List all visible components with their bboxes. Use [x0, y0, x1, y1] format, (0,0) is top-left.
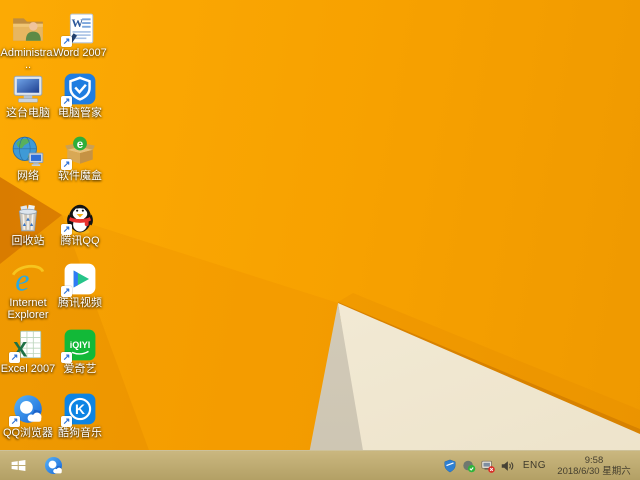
- user-folder-icon: [13, 18, 43, 41]
- network-globe-icon: [12, 136, 44, 167]
- shortcut-arrow-icon: ↗: [61, 36, 72, 47]
- pc-manager-tray-icon[interactable]: [443, 459, 457, 473]
- clock-time: 9:58: [584, 454, 604, 466]
- network-disconnected-tray-icon[interactable]: [481, 459, 495, 473]
- desktop-icon-this-pc[interactable]: 这台电脑: [0, 72, 56, 119]
- icon-label: Excel 2007: [0, 363, 56, 375]
- desktop-icon-word-2007[interactable]: W ↗ Word 2007: [52, 12, 108, 59]
- security-ok-tray-icon[interactable]: [462, 459, 476, 473]
- icon-label: 爱奇艺: [63, 363, 97, 375]
- icon-label: 这台电脑: [6, 107, 50, 119]
- desktop-icon-network[interactable]: 网络: [0, 135, 56, 182]
- icon-label: 腾讯QQ: [60, 235, 100, 247]
- desktop-icon-tencent-qq[interactable]: ↗ 腾讯QQ: [52, 200, 108, 247]
- shortcut-arrow-icon: ↗: [61, 352, 72, 363]
- svg-text:iQIYI: iQIYI: [70, 340, 91, 350]
- desktop-icon-internet-explorer[interactable]: e Internet Explorer: [0, 262, 56, 321]
- recycle-bin-icon: [18, 204, 38, 232]
- shortcut-arrow-icon: ↗: [61, 286, 72, 297]
- taskbar-qq-browser-button[interactable]: [36, 451, 70, 480]
- qq-browser-icon: [44, 456, 62, 475]
- desktop-icon-recycle-bin[interactable]: 回收站: [0, 200, 56, 247]
- icon-label: QQ浏览器: [2, 427, 54, 439]
- taskbar: ENG 9:58 2018/6/30 星期六: [0, 450, 640, 480]
- shortcut-arrow-icon: ↗: [61, 159, 72, 170]
- icon-label: 回收站: [11, 235, 45, 247]
- desktop-icon-pc-manager[interactable]: ↗ 电脑管家: [52, 72, 108, 119]
- shortcut-arrow-icon: ↗: [61, 416, 72, 427]
- start-button[interactable]: [0, 451, 36, 480]
- taskbar-clock[interactable]: 9:58 2018/6/30 星期六: [555, 455, 633, 477]
- desktop-icon-qq-browser[interactable]: ↗ QQ浏览器: [0, 392, 56, 439]
- svg-text:e: e: [77, 138, 84, 151]
- desktop-icon-administrator[interactable]: Administra...: [0, 12, 56, 71]
- desktop-icon-kugou-music[interactable]: K ↗ 酷狗音乐: [52, 392, 108, 439]
- language-indicator[interactable]: ENG: [519, 460, 550, 471]
- shortcut-arrow-icon: ↗: [61, 96, 72, 107]
- shortcut-arrow-icon: ↗: [9, 352, 20, 363]
- icon-label: 网络: [17, 170, 39, 182]
- volume-icon[interactable]: [500, 459, 514, 473]
- system-tray: ENG 9:58 2018/6/30 星期六: [443, 455, 640, 477]
- icon-label: 酷狗音乐: [58, 427, 102, 439]
- desktop-icon-iqiyi[interactable]: iQIYI ↗ 爱奇艺: [52, 328, 108, 375]
- icon-label: Administra...: [0, 47, 56, 71]
- computer-icon: [13, 75, 43, 103]
- icon-label: 腾讯视频: [58, 297, 102, 309]
- icon-label: 软件魔盒: [58, 170, 102, 182]
- shortcut-arrow-icon: ↗: [61, 224, 72, 235]
- svg-text:W: W: [72, 17, 84, 30]
- icon-label: Word 2007: [53, 47, 107, 59]
- icon-label: 电脑管家: [58, 107, 102, 119]
- desktop-icon-software-box[interactable]: e ↗ 软件魔盒: [52, 135, 108, 182]
- windows-start-icon: [11, 460, 25, 471]
- desktop-icon-tencent-video[interactable]: ↗ 腾讯视频: [52, 262, 108, 309]
- shortcut-arrow-icon: ↗: [9, 416, 20, 427]
- internet-explorer-icon: e: [11, 263, 45, 296]
- icon-label: Internet Explorer: [7, 297, 49, 321]
- desktop-icon-excel-2007[interactable]: X ↗ Excel 2007: [0, 328, 56, 375]
- svg-text:K: K: [75, 401, 85, 417]
- clock-date: 2018/6/30 星期六: [557, 465, 631, 477]
